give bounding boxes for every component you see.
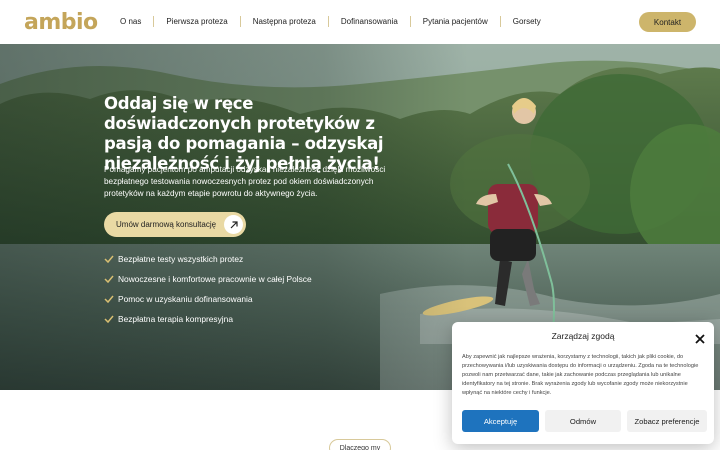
hero-title: Oddaj się w ręce doświadczonych protetyk… bbox=[104, 94, 384, 173]
consultation-button[interactable]: Umów darmową konsultację bbox=[104, 212, 246, 237]
why-us-pill: Dlaczego my bbox=[329, 439, 391, 450]
site-header: ambio O nas Pierwsza proteza Następna pr… bbox=[0, 0, 720, 44]
feature-list: Bezpłatne testy wszystkich protez Nowocz… bbox=[104, 249, 312, 329]
nav-item-pierwsza-proteza[interactable]: Pierwsza proteza bbox=[154, 16, 241, 27]
feature-label: Bezpłatne testy wszystkich protez bbox=[118, 254, 244, 264]
hero-description: Pomagamy pacjentom po amputacji odzyskać… bbox=[104, 165, 386, 198]
nav-item-o-nas[interactable]: O nas bbox=[108, 16, 155, 27]
nav-item-nastepna-proteza[interactable]: Następna proteza bbox=[241, 16, 329, 27]
logo[interactable]: ambio bbox=[24, 10, 98, 35]
main-nav: O nas Pierwsza proteza Następna proteza … bbox=[108, 16, 553, 27]
cookie-consent-dialog: Zarządzaj zgodą Aby zapewnić jak najleps… bbox=[452, 322, 714, 444]
consultation-button-label: Umów darmową konsultację bbox=[116, 220, 217, 229]
view-preferences-button[interactable]: Zobacz preferencje bbox=[627, 410, 707, 432]
close-icon[interactable] bbox=[695, 331, 705, 344]
check-icon bbox=[104, 294, 116, 304]
feature-item: Nowoczesne i komfortowe pracownie w całe… bbox=[104, 269, 312, 289]
nav-item-pytania-pacjentow[interactable]: Pytania pacjentów bbox=[411, 16, 501, 27]
cookie-title: Zarządzaj zgodą bbox=[551, 331, 615, 341]
contact-button[interactable]: Kontakt bbox=[639, 12, 696, 32]
check-icon bbox=[104, 274, 116, 284]
check-icon bbox=[104, 254, 116, 264]
arrow-up-right-icon bbox=[224, 215, 243, 234]
nav-item-gorsety[interactable]: Gorsety bbox=[501, 16, 553, 27]
feature-item: Bezpłatne testy wszystkich protez bbox=[104, 249, 312, 269]
check-icon bbox=[104, 314, 116, 324]
accept-button[interactable]: Akceptuję bbox=[462, 410, 539, 432]
cookie-body-text: Aby zapewnić jak najlepsze wrażenia, kor… bbox=[462, 354, 699, 396]
feature-label: Bezpłatna terapia kompresyjna bbox=[118, 314, 233, 324]
feature-item: Pomoc w uzyskaniu dofinansowania bbox=[104, 289, 312, 309]
feature-label: Pomoc w uzyskaniu dofinansowania bbox=[118, 294, 253, 304]
logo-text: ambio bbox=[24, 10, 98, 35]
feature-item: Bezpłatna terapia kompresyjna bbox=[104, 309, 312, 329]
feature-label: Nowoczesne i komfortowe pracownie w całe… bbox=[118, 274, 312, 284]
cookie-buttons: Akceptuję Odmów Zobacz preferencje bbox=[462, 410, 707, 432]
nav-item-dofinansowania[interactable]: Dofinansowania bbox=[329, 16, 411, 27]
deny-button[interactable]: Odmów bbox=[545, 410, 621, 432]
